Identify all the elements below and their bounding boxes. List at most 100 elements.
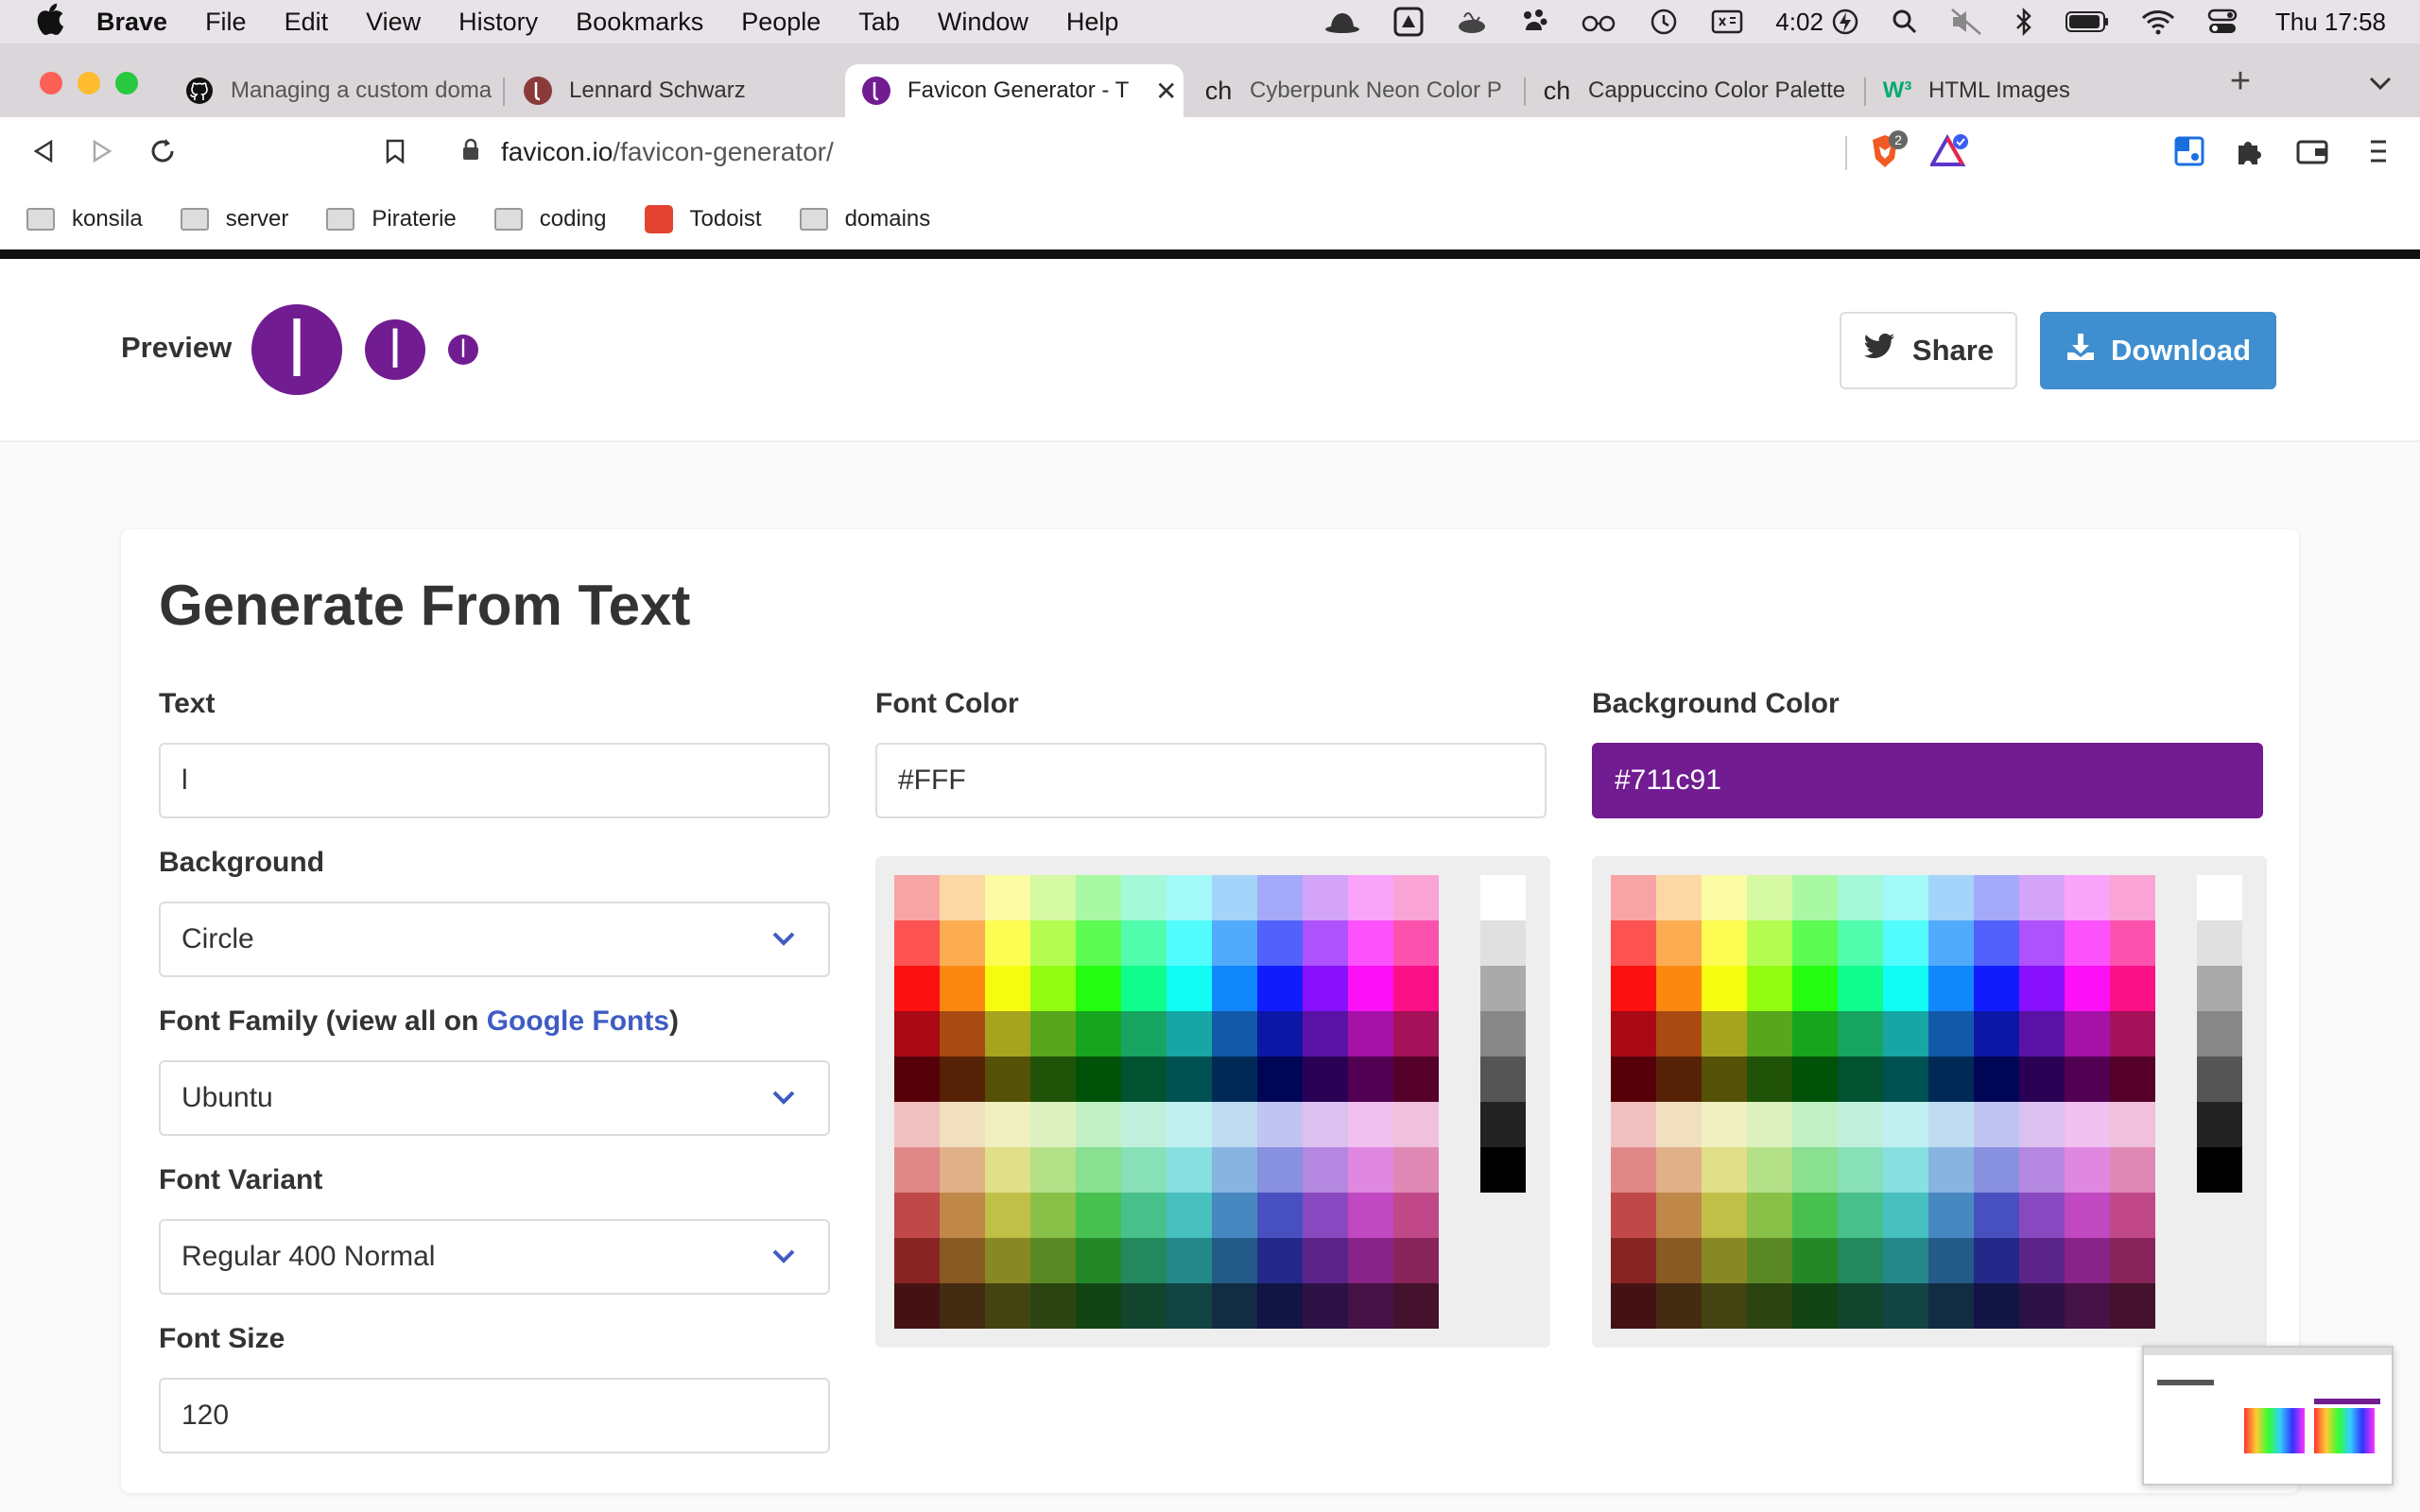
color-swatch[interactable] bbox=[985, 1057, 1030, 1102]
menu-people[interactable]: People bbox=[741, 8, 821, 37]
mute-icon[interactable] bbox=[1950, 8, 1982, 36]
color-swatch[interactable] bbox=[1747, 1102, 1792, 1147]
color-swatch[interactable] bbox=[894, 1238, 940, 1283]
color-swatch[interactable] bbox=[1928, 920, 1974, 966]
close-tab-icon[interactable]: ✕ bbox=[1155, 76, 1177, 107]
bookmark-piraterie[interactable]: Piraterie bbox=[326, 206, 457, 232]
color-swatch[interactable] bbox=[1167, 1193, 1212, 1238]
bookmark-domains[interactable]: domains bbox=[799, 206, 930, 232]
battery-icon[interactable] bbox=[2065, 10, 2109, 33]
color-swatch[interactable] bbox=[985, 966, 1030, 1011]
color-swatch[interactable] bbox=[1030, 1011, 1076, 1057]
drive-status-icon[interactable] bbox=[1393, 7, 1424, 37]
brave-rewards-icon[interactable] bbox=[1928, 130, 1970, 172]
color-swatch[interactable] bbox=[1121, 1238, 1167, 1283]
bookmark-konsila[interactable]: konsila bbox=[26, 206, 143, 232]
color-swatch[interactable] bbox=[1348, 875, 1393, 920]
color-swatch[interactable] bbox=[1656, 1193, 1702, 1238]
color-swatch[interactable] bbox=[1611, 1147, 1656, 1193]
gray-swatch[interactable] bbox=[1480, 1057, 1526, 1102]
color-swatch[interactable] bbox=[1747, 1283, 1792, 1329]
color-swatch[interactable] bbox=[940, 1238, 985, 1283]
color-swatch[interactable] bbox=[2110, 1238, 2155, 1283]
background-select[interactable]: Circle bbox=[159, 902, 830, 977]
bookmark-coding[interactable]: coding bbox=[493, 206, 607, 232]
color-swatch[interactable] bbox=[1348, 1011, 1393, 1057]
color-swatch[interactable] bbox=[940, 1011, 985, 1057]
color-swatch[interactable] bbox=[1747, 920, 1792, 966]
color-swatch[interactable] bbox=[1792, 1102, 1838, 1147]
color-swatch[interactable] bbox=[1747, 875, 1792, 920]
color-swatch[interactable] bbox=[1702, 875, 1747, 920]
gray-swatch[interactable] bbox=[2197, 1057, 2242, 1102]
color-swatch[interactable] bbox=[894, 1011, 940, 1057]
color-swatch[interactable] bbox=[940, 1057, 985, 1102]
color-swatch[interactable] bbox=[1348, 966, 1393, 1011]
color-swatch[interactable] bbox=[1838, 1283, 1883, 1329]
color-swatch[interactable] bbox=[1747, 966, 1792, 1011]
color-swatch[interactable] bbox=[2065, 1283, 2110, 1329]
color-swatch[interactable] bbox=[1702, 1011, 1747, 1057]
color-swatch[interactable] bbox=[1838, 1147, 1883, 1193]
share-button[interactable]: Share bbox=[1840, 312, 2017, 389]
color-swatch[interactable] bbox=[1030, 1057, 1076, 1102]
color-swatch[interactable] bbox=[1792, 1147, 1838, 1193]
menu-view[interactable]: View bbox=[366, 8, 421, 37]
color-swatch[interactable] bbox=[1030, 1238, 1076, 1283]
color-swatch[interactable] bbox=[1974, 920, 2019, 966]
color-swatch[interactable] bbox=[1212, 875, 1257, 920]
menu-tab[interactable]: Tab bbox=[858, 8, 900, 37]
color-swatch[interactable] bbox=[1257, 1057, 1303, 1102]
color-swatch[interactable] bbox=[1303, 1147, 1348, 1193]
bluetooth-icon[interactable] bbox=[2014, 7, 2033, 37]
color-swatch[interactable] bbox=[940, 1193, 985, 1238]
color-swatch[interactable] bbox=[1121, 875, 1167, 920]
color-swatch[interactable] bbox=[2019, 1102, 2065, 1147]
font-color-gray-swatches[interactable] bbox=[1480, 875, 1526, 1193]
color-swatch[interactable] bbox=[1792, 1057, 1838, 1102]
color-swatch[interactable] bbox=[1393, 920, 1439, 966]
color-swatch[interactable] bbox=[1348, 920, 1393, 966]
color-swatch[interactable] bbox=[2019, 920, 2065, 966]
bg-color-picker[interactable] bbox=[1592, 856, 2267, 1348]
font-color-swatch-grid[interactable] bbox=[894, 875, 1439, 1329]
color-swatch[interactable] bbox=[1212, 1283, 1257, 1329]
keyboard-status-icon[interactable] bbox=[1711, 9, 1743, 35]
color-swatch[interactable] bbox=[1792, 1011, 1838, 1057]
color-swatch[interactable] bbox=[894, 1057, 940, 1102]
gray-swatch[interactable] bbox=[1480, 1102, 1526, 1147]
color-swatch[interactable] bbox=[1348, 1057, 1393, 1102]
color-swatch[interactable] bbox=[2110, 1147, 2155, 1193]
color-swatch[interactable] bbox=[2110, 875, 2155, 920]
brave-shields-icon[interactable]: 2 bbox=[1864, 130, 1908, 172]
color-swatch[interactable] bbox=[1883, 1147, 1928, 1193]
color-swatch[interactable] bbox=[1838, 1057, 1883, 1102]
color-swatch[interactable] bbox=[1076, 1238, 1121, 1283]
color-swatch[interactable] bbox=[1167, 1102, 1212, 1147]
color-swatch[interactable] bbox=[1974, 1102, 2019, 1147]
color-swatch[interactable] bbox=[1883, 1238, 1928, 1283]
color-swatch[interactable] bbox=[2065, 1011, 2110, 1057]
menu-file[interactable]: File bbox=[205, 8, 247, 37]
color-swatch[interactable] bbox=[1167, 920, 1212, 966]
color-swatch[interactable] bbox=[2110, 1011, 2155, 1057]
color-swatch[interactable] bbox=[985, 1147, 1030, 1193]
color-swatch[interactable] bbox=[985, 920, 1030, 966]
tab-search-chevron-icon[interactable] bbox=[2360, 62, 2401, 104]
extension-calendar-icon[interactable] bbox=[2169, 130, 2210, 172]
color-swatch[interactable] bbox=[1076, 920, 1121, 966]
color-swatch[interactable] bbox=[1611, 1102, 1656, 1147]
color-swatch[interactable] bbox=[1303, 920, 1348, 966]
color-swatch[interactable] bbox=[1167, 1147, 1212, 1193]
color-swatch[interactable] bbox=[1928, 1147, 1974, 1193]
color-swatch[interactable] bbox=[1303, 1238, 1348, 1283]
color-swatch[interactable] bbox=[1928, 1193, 1974, 1238]
color-swatch[interactable] bbox=[1838, 1238, 1883, 1283]
color-swatch[interactable] bbox=[1928, 1057, 1974, 1102]
color-swatch[interactable] bbox=[940, 1102, 985, 1147]
bookmark-page-button[interactable] bbox=[374, 130, 416, 172]
color-swatch[interactable] bbox=[1257, 1147, 1303, 1193]
color-swatch[interactable] bbox=[1974, 1238, 2019, 1283]
color-swatch[interactable] bbox=[985, 1102, 1030, 1147]
bookmark-todoist[interactable]: Todoist bbox=[644, 205, 762, 233]
